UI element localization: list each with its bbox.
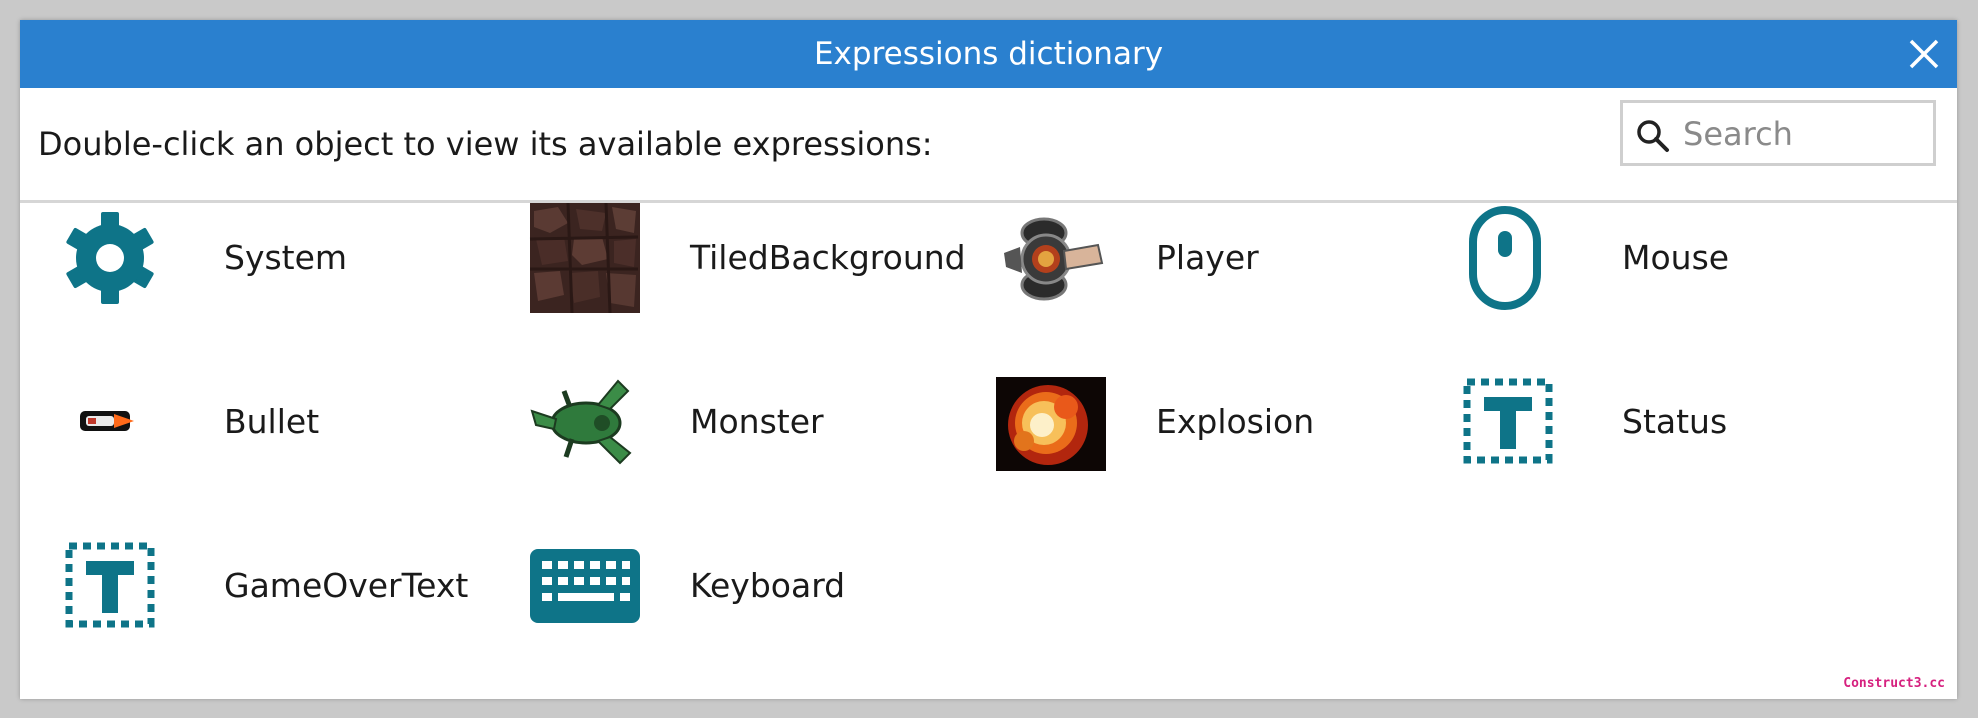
object-item-explosion[interactable]: Explosion	[994, 367, 1434, 477]
object-item-bullet[interactable]: Bullet	[62, 367, 502, 477]
watermark-text: Construct3.cc	[1843, 676, 1945, 691]
object-item-gameovertext[interactable]: GameOverText	[62, 531, 502, 641]
mouse-icon	[1460, 203, 1572, 313]
object-label: Keyboard	[690, 566, 846, 605]
object-label: Monster	[690, 402, 824, 441]
object-label: System	[224, 238, 348, 277]
player-sprite-thumbnail	[994, 203, 1106, 313]
object-item-mouse[interactable]: Mouse	[1460, 203, 1900, 313]
search-box[interactable]	[1620, 100, 1936, 166]
object-label: Mouse	[1622, 238, 1730, 277]
object-item-status[interactable]: Status	[1460, 367, 1900, 477]
object-label: GameOverText	[224, 566, 469, 605]
dialog-titlebar: Expressions dictionary	[20, 20, 1957, 88]
object-item-player[interactable]: Player	[994, 203, 1434, 313]
object-label: Bullet	[224, 402, 320, 441]
object-item-monster[interactable]: Monster	[528, 367, 968, 477]
object-label: TiledBackground	[690, 238, 966, 277]
instruction-text: Double-click an object to view its avail…	[38, 125, 933, 163]
explosion-sprite-thumbnail	[994, 367, 1106, 477]
object-item-system[interactable]: System	[62, 203, 502, 313]
dialog-header: Double-click an object to view its avail…	[20, 88, 1957, 203]
monster-sprite-thumbnail	[528, 367, 640, 477]
object-item-tiledbackground[interactable]: TiledBackground	[528, 202, 968, 314]
dialog-title: Expressions dictionary	[813, 36, 1164, 72]
close-icon[interactable]	[1905, 35, 1943, 73]
search-input[interactable]	[1681, 111, 1925, 157]
bullet-sprite-thumbnail	[62, 367, 174, 477]
gear-icon	[62, 203, 174, 313]
object-label: Explosion	[1156, 402, 1315, 441]
object-item-keyboard[interactable]: Keyboard	[528, 531, 968, 641]
search-icon	[1637, 120, 1669, 152]
tiled-background-thumbnail	[528, 202, 640, 314]
expressions-dialog: Expressions dictionary Double-click an o…	[20, 20, 1957, 699]
object-label: Status	[1622, 402, 1728, 441]
text-object-icon	[1460, 367, 1572, 477]
keyboard-icon	[528, 531, 640, 641]
object-label: Player	[1156, 238, 1259, 277]
text-object-icon	[62, 531, 174, 641]
object-grid: System TiledBackground Player Mouse Bull…	[20, 202, 1957, 699]
